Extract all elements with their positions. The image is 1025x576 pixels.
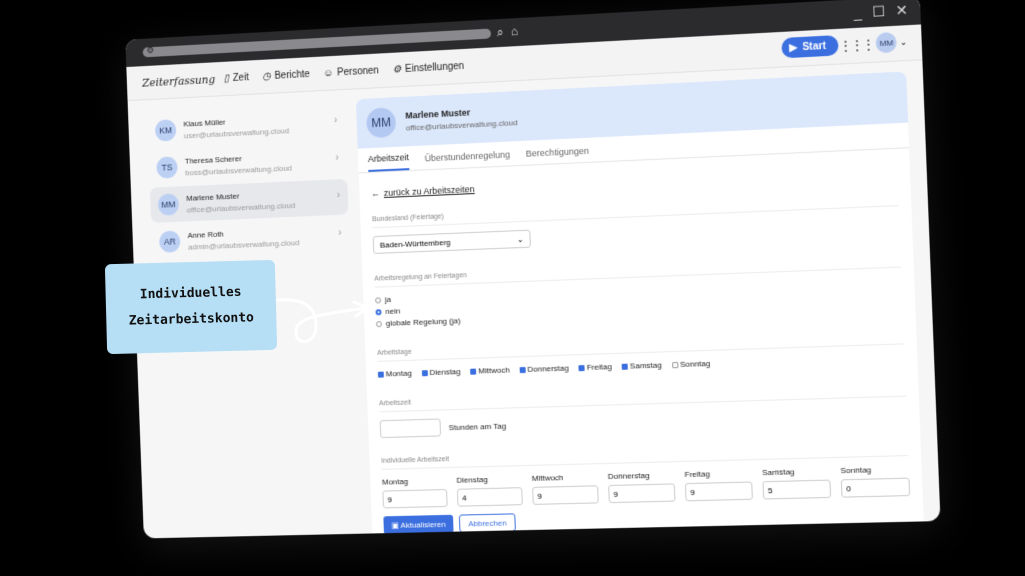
- callout-line2: Zeitarbeitskonto: [128, 305, 254, 334]
- close-icon[interactable]: ✕: [895, 2, 908, 20]
- day-label: Donnerstag: [608, 470, 675, 481]
- checkbox-mittwoch[interactable]: Mittwoch: [470, 365, 509, 375]
- chevron-right-icon: ›: [335, 153, 339, 164]
- radio-dot: [376, 321, 382, 327]
- hours-input-mittwoch[interactable]: 9: [532, 485, 599, 505]
- update-button[interactable]: ▣ Aktualisieren: [383, 515, 453, 534]
- checkbox-icon: [672, 361, 678, 367]
- tab-arbeitszeit[interactable]: Arbeitszeit: [368, 152, 410, 172]
- checkbox-icon: [470, 368, 476, 374]
- user-card-anne[interactable]: AR Anne Roth admin@urlaubsverwaltung.clou…: [151, 216, 350, 260]
- individual-hours-group: Montag 9 Dienstag 4 Mittwoch 9 Donnerstag 9 …: [382, 464, 910, 508]
- people-icon: ☺: [323, 67, 333, 78]
- avatar: MM: [366, 107, 396, 138]
- back-link[interactable]: ← zurück zu Arbeitszeiten: [371, 165, 898, 198]
- user-email: boss@urlaubsverwaltung.cloud: [185, 163, 292, 177]
- nav-item-einstellungen[interactable]: ⚙ Einstellungen: [392, 60, 464, 75]
- checkbox-icon: [519, 366, 525, 372]
- day-label: Sonntag: [840, 464, 909, 475]
- maximize-icon[interactable]: ☐: [872, 3, 886, 21]
- hours-input-freitag[interactable]: 9: [685, 481, 753, 501]
- tune-icon: ⚙: [146, 45, 154, 56]
- hours-suffix: Stunden am Tag: [448, 421, 506, 432]
- gear-icon: ⚙: [392, 64, 401, 75]
- hours-input-dienstag[interactable]: 4: [457, 487, 523, 507]
- cancel-button[interactable]: Abbrechen: [459, 513, 516, 532]
- hours-input-samstag[interactable]: 5: [762, 480, 831, 500]
- nav-item-personen[interactable]: ☺ Personen: [323, 65, 379, 79]
- main-nav: ▯ Zeit ◷ Berichte ☺ Personen ⚙ Einstellungen: [224, 60, 465, 83]
- avatar: AR: [159, 230, 181, 252]
- day-label: Samstag: [762, 466, 830, 477]
- bundesland-select[interactable]: Baden-Württemberg ⌄: [373, 230, 531, 254]
- hours-input-sonntag[interactable]: 0: [841, 478, 910, 498]
- callout-line1: Individuelles: [139, 280, 241, 309]
- checkbox-icon: [579, 365, 585, 371]
- checkbox-samstag[interactable]: Samstag: [622, 361, 662, 371]
- day-label: Freitag: [684, 468, 752, 479]
- radio-dot: [375, 297, 381, 303]
- chevron-right-icon: ›: [334, 115, 338, 126]
- checkbox-sonntag[interactable]: Sonntag: [672, 359, 711, 369]
- nav-item-zeit[interactable]: ▯ Zeit: [224, 72, 249, 84]
- day-label: Montag: [382, 476, 447, 487]
- checkbox-dienstag[interactable]: Dienstag: [421, 367, 460, 377]
- radio-dot: [375, 309, 381, 315]
- chevron-right-icon: ›: [337, 190, 341, 201]
- minimize-icon[interactable]: _: [853, 4, 862, 22]
- user-menu[interactable]: MM ⌄: [876, 31, 908, 53]
- day-label: Dienstag: [456, 474, 522, 485]
- checkbox-icon: [378, 371, 384, 377]
- day-label: Mittwoch: [532, 472, 598, 483]
- arrow-left-icon: ←: [371, 188, 380, 198]
- avatar: MM: [158, 193, 180, 215]
- checkbox-freitag[interactable]: Freitag: [579, 362, 612, 372]
- home-icon[interactable]: ⌂: [510, 24, 518, 38]
- chevron-down-icon: ⌄: [517, 234, 524, 243]
- user-card-marlene[interactable]: MM Marlene Muster office@urlaubsverwaltun…: [150, 179, 349, 223]
- user-email: user@urlaubsverwaltung.cloud: [184, 126, 290, 140]
- chevron-down-icon: ⌄: [900, 37, 907, 47]
- chevron-right-icon: ›: [338, 228, 342, 239]
- bookmark-icon: ▯: [224, 73, 230, 84]
- detail-email: office@urlaubsverwaltung.cloud: [406, 118, 518, 132]
- checkbox-icon: [422, 370, 428, 376]
- detail-panel: MM Marlene Muster office@urlaubsverwaltun…: [356, 71, 924, 538]
- apps-grid-icon[interactable]: ⋮⋮⋮: [839, 37, 874, 53]
- hours-per-day-input[interactable]: [380, 418, 441, 438]
- user-email: admin@urlaubsverwaltung.cloud: [188, 238, 300, 251]
- avatar: MM: [876, 32, 898, 54]
- annotation-callout: Individuelles Zeitarbeitskonto: [105, 260, 277, 354]
- start-button[interactable]: ▶ Start: [781, 35, 839, 58]
- avatar: KM: [155, 119, 177, 141]
- checkbox-icon: [622, 363, 628, 369]
- hours-input-donnerstag[interactable]: 9: [608, 483, 675, 503]
- app-logo: Zeiterfassung: [142, 72, 224, 89]
- nav-item-berichte[interactable]: ◷ Berichte: [262, 69, 310, 82]
- hours-input-montag[interactable]: 9: [382, 489, 447, 508]
- search-icon[interactable]: ⌕: [497, 25, 504, 40]
- tab-berechtigungen[interactable]: Berechtigungen: [526, 146, 590, 165]
- checkbox-montag[interactable]: Montag: [378, 369, 412, 379]
- checkbox-donnerstag[interactable]: Donnerstag: [519, 364, 569, 375]
- annotation-arrow-icon: [276, 288, 372, 352]
- clock-icon: ◷: [262, 71, 271, 82]
- bundesland-label: Bundesland (Feiertage): [372, 194, 899, 228]
- user-email: office@urlaubsverwaltung.cloud: [186, 200, 295, 214]
- play-icon: ▶: [789, 42, 797, 54]
- avatar: TS: [156, 156, 178, 178]
